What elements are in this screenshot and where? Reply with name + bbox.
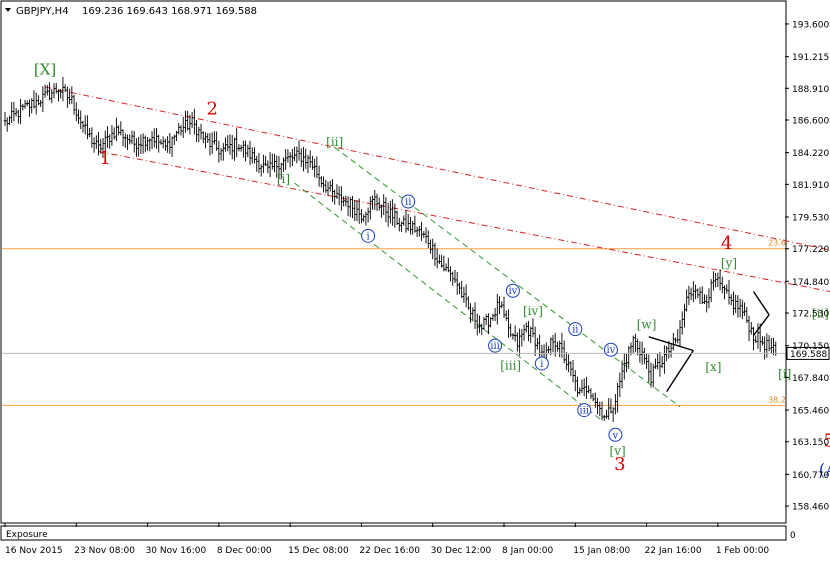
y-tick-label: 170.150 <box>792 342 829 352</box>
wave-label: [i] <box>778 367 791 381</box>
x-tick-label: 15 Jan 08:00 <box>573 546 630 556</box>
x-tick-label: 22 Jan 16:00 <box>645 546 702 556</box>
y-tick-label: 165.460 <box>792 407 829 417</box>
x-tick-label: 8 Jan 00:00 <box>502 546 554 556</box>
x-tick-label: 30 Nov 16:00 <box>146 546 207 556</box>
y-tick-label: 191.215 <box>792 53 829 63</box>
wave-label: ii <box>572 325 578 336</box>
indicator-panel-frame <box>0 525 787 541</box>
wave-label: [v] <box>610 444 626 458</box>
wave-label: [iii] <box>500 359 521 373</box>
y-tick-label: 174.840 <box>792 278 829 288</box>
indicator-value: 0 <box>790 531 796 541</box>
y-tick-label: 184.220 <box>792 149 829 159</box>
y-tick-label: 158.460 <box>792 503 829 513</box>
wave-label: 4 <box>721 233 732 254</box>
y-axis: 193.600 191.215 188.910 186.600 184.220 181.9… <box>785 20 829 513</box>
x-tick-label: 1 Feb 00:00 <box>716 546 770 556</box>
wave-label: iii <box>579 406 589 417</box>
y-tick-label: 167.840 <box>792 374 829 384</box>
indicator-label: Exposure <box>6 530 48 540</box>
wave-label: [y] <box>721 256 737 270</box>
x-tick-label: 23 Nov 08:00 <box>74 546 135 556</box>
x-tick-label: 15 Dec 08:00 <box>288 546 349 556</box>
y-tick-label: 160.770 <box>792 471 829 481</box>
wave-label: i <box>367 231 370 242</box>
wave-label: [i] <box>277 172 290 186</box>
wave-label: [X] <box>34 61 56 79</box>
price-chart[interactable]: GBPJPY,H4 169.236 169.643 168.971 169.58… <box>0 0 830 562</box>
y-tick-label: 186.600 <box>792 116 829 126</box>
y-tick-label: 163.150 <box>792 438 829 448</box>
fibonacci-level-label: 38.2 <box>768 395 786 404</box>
y-tick-label: 181.910 <box>792 181 829 191</box>
wave-label: 2 <box>206 99 217 120</box>
fibonacci-level-label: 23.6 <box>768 239 786 248</box>
main-plot-frame <box>0 0 787 524</box>
wave-label: iv <box>508 286 517 297</box>
symbol-label: GBPJPY,H4 <box>16 6 69 17</box>
x-tick-label: 22 Dec 16:00 <box>359 546 420 556</box>
ohlc-readout: 169.236 169.643 168.971 169.588 <box>82 6 257 17</box>
wave-label: ii <box>405 197 411 208</box>
wave-label: [x] <box>705 360 721 374</box>
wave-label: [ii] <box>326 135 343 149</box>
y-tick-label: 188.910 <box>792 85 829 95</box>
y-tick-label: 193.600 <box>792 20 829 30</box>
wave-label: v <box>612 430 619 441</box>
wave-label: iv <box>606 345 615 356</box>
x-tick-label: 30 Dec 12:00 <box>431 546 492 556</box>
y-tick-label: 172.530 <box>792 310 829 320</box>
x-tick-label: 16 Nov 2015 <box>5 546 63 556</box>
y-tick-label: 179.530 <box>792 213 829 223</box>
y-tick-label: 177.220 <box>792 245 829 255</box>
wave-label: iii <box>490 341 500 352</box>
wave-label: 1 <box>100 148 111 169</box>
x-tick-label: 8 Dec 00:00 <box>217 546 272 556</box>
wave-label: i <box>540 359 543 370</box>
wave-label: [iv] <box>523 304 543 318</box>
wave-label: [w] <box>637 318 657 332</box>
